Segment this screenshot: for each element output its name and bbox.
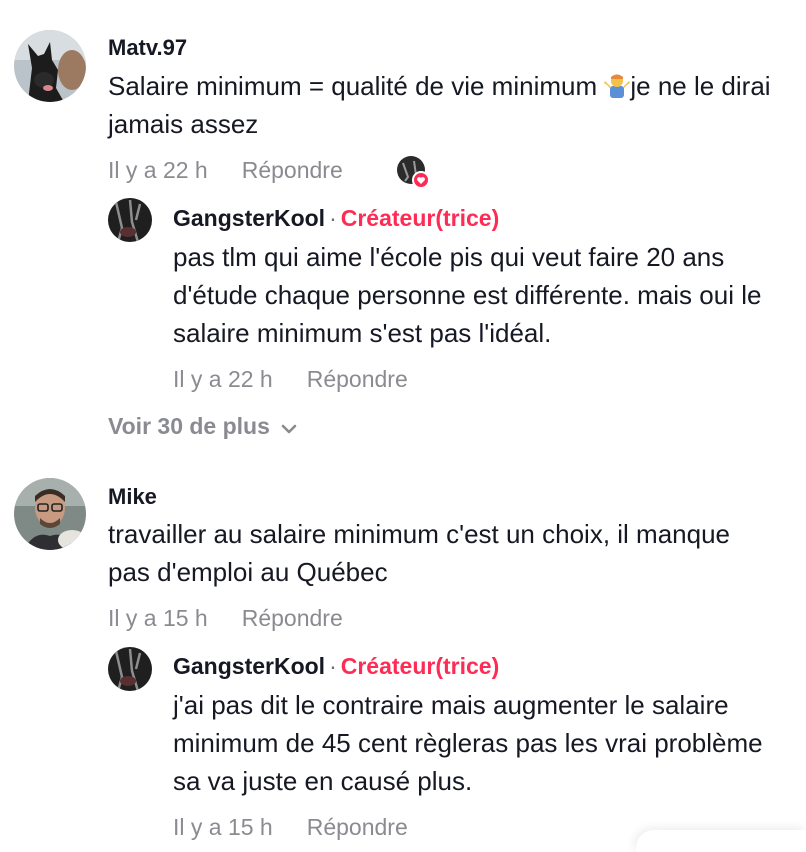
comment-text: travailler au salaire minimum c'est un c… [108, 519, 730, 587]
comment-meta: Il y a 15 h Répondre [108, 605, 343, 632]
comment-text: Salaire minimum = qualité de vie minimum… [108, 67, 788, 143]
username[interactable]: Matv.97 [108, 35, 187, 61]
bottom-sheet-edge [636, 830, 806, 852]
reply-meta: Il y a 15 h Répondre [173, 814, 408, 841]
comment-meta: Il y a 22 h Répondre [108, 157, 343, 184]
reply-text: pas tlm qui aime l'école pis qui veut fa… [173, 242, 762, 348]
creator-header: GangsterKool · Créateur(trice) [173, 205, 499, 232]
separator: · [329, 653, 337, 679]
username[interactable]: Mike [108, 484, 157, 510]
comment-text-part: Salaire minimum = qualité de vie minimum [108, 71, 605, 101]
chevron-down-icon [280, 414, 298, 441]
reply-text: j'ai pas dit le contraire mais augmenter… [173, 690, 763, 796]
reply-button[interactable]: Répondre [242, 605, 343, 631]
timestamp: Il y a 22 h [108, 157, 208, 183]
timestamp: Il y a 22 h [173, 366, 273, 392]
person-shrugging-emoji-icon [604, 70, 631, 98]
avatar-matv97[interactable] [14, 30, 86, 102]
avatar-gangsterkool[interactable] [108, 647, 152, 691]
creator-badge: Créateur(trice) [340, 653, 500, 679]
timestamp: Il y a 15 h [108, 605, 208, 631]
reply-button[interactable]: Répondre [242, 157, 343, 183]
timestamp: Il y a 15 h [173, 814, 273, 840]
username[interactable]: GangsterKool [173, 205, 325, 231]
creator-badge: Créateur(trice) [340, 205, 500, 231]
reply-button[interactable]: Répondre [307, 366, 408, 392]
separator: · [329, 205, 337, 231]
creator-header: GangsterKool · Créateur(trice) [173, 653, 499, 680]
avatar-gangsterkool[interactable] [108, 198, 152, 242]
username[interactable]: GangsterKool [173, 653, 325, 679]
reply-meta: Il y a 22 h Répondre [173, 366, 408, 393]
see-more-label: Voir 30 de plus [108, 413, 270, 439]
reply-button[interactable]: Répondre [307, 814, 408, 840]
creator-liked-avatar [396, 155, 430, 189]
see-more-replies-button[interactable]: Voir 30 de plus [108, 413, 298, 441]
avatar-mike[interactable] [14, 478, 86, 550]
